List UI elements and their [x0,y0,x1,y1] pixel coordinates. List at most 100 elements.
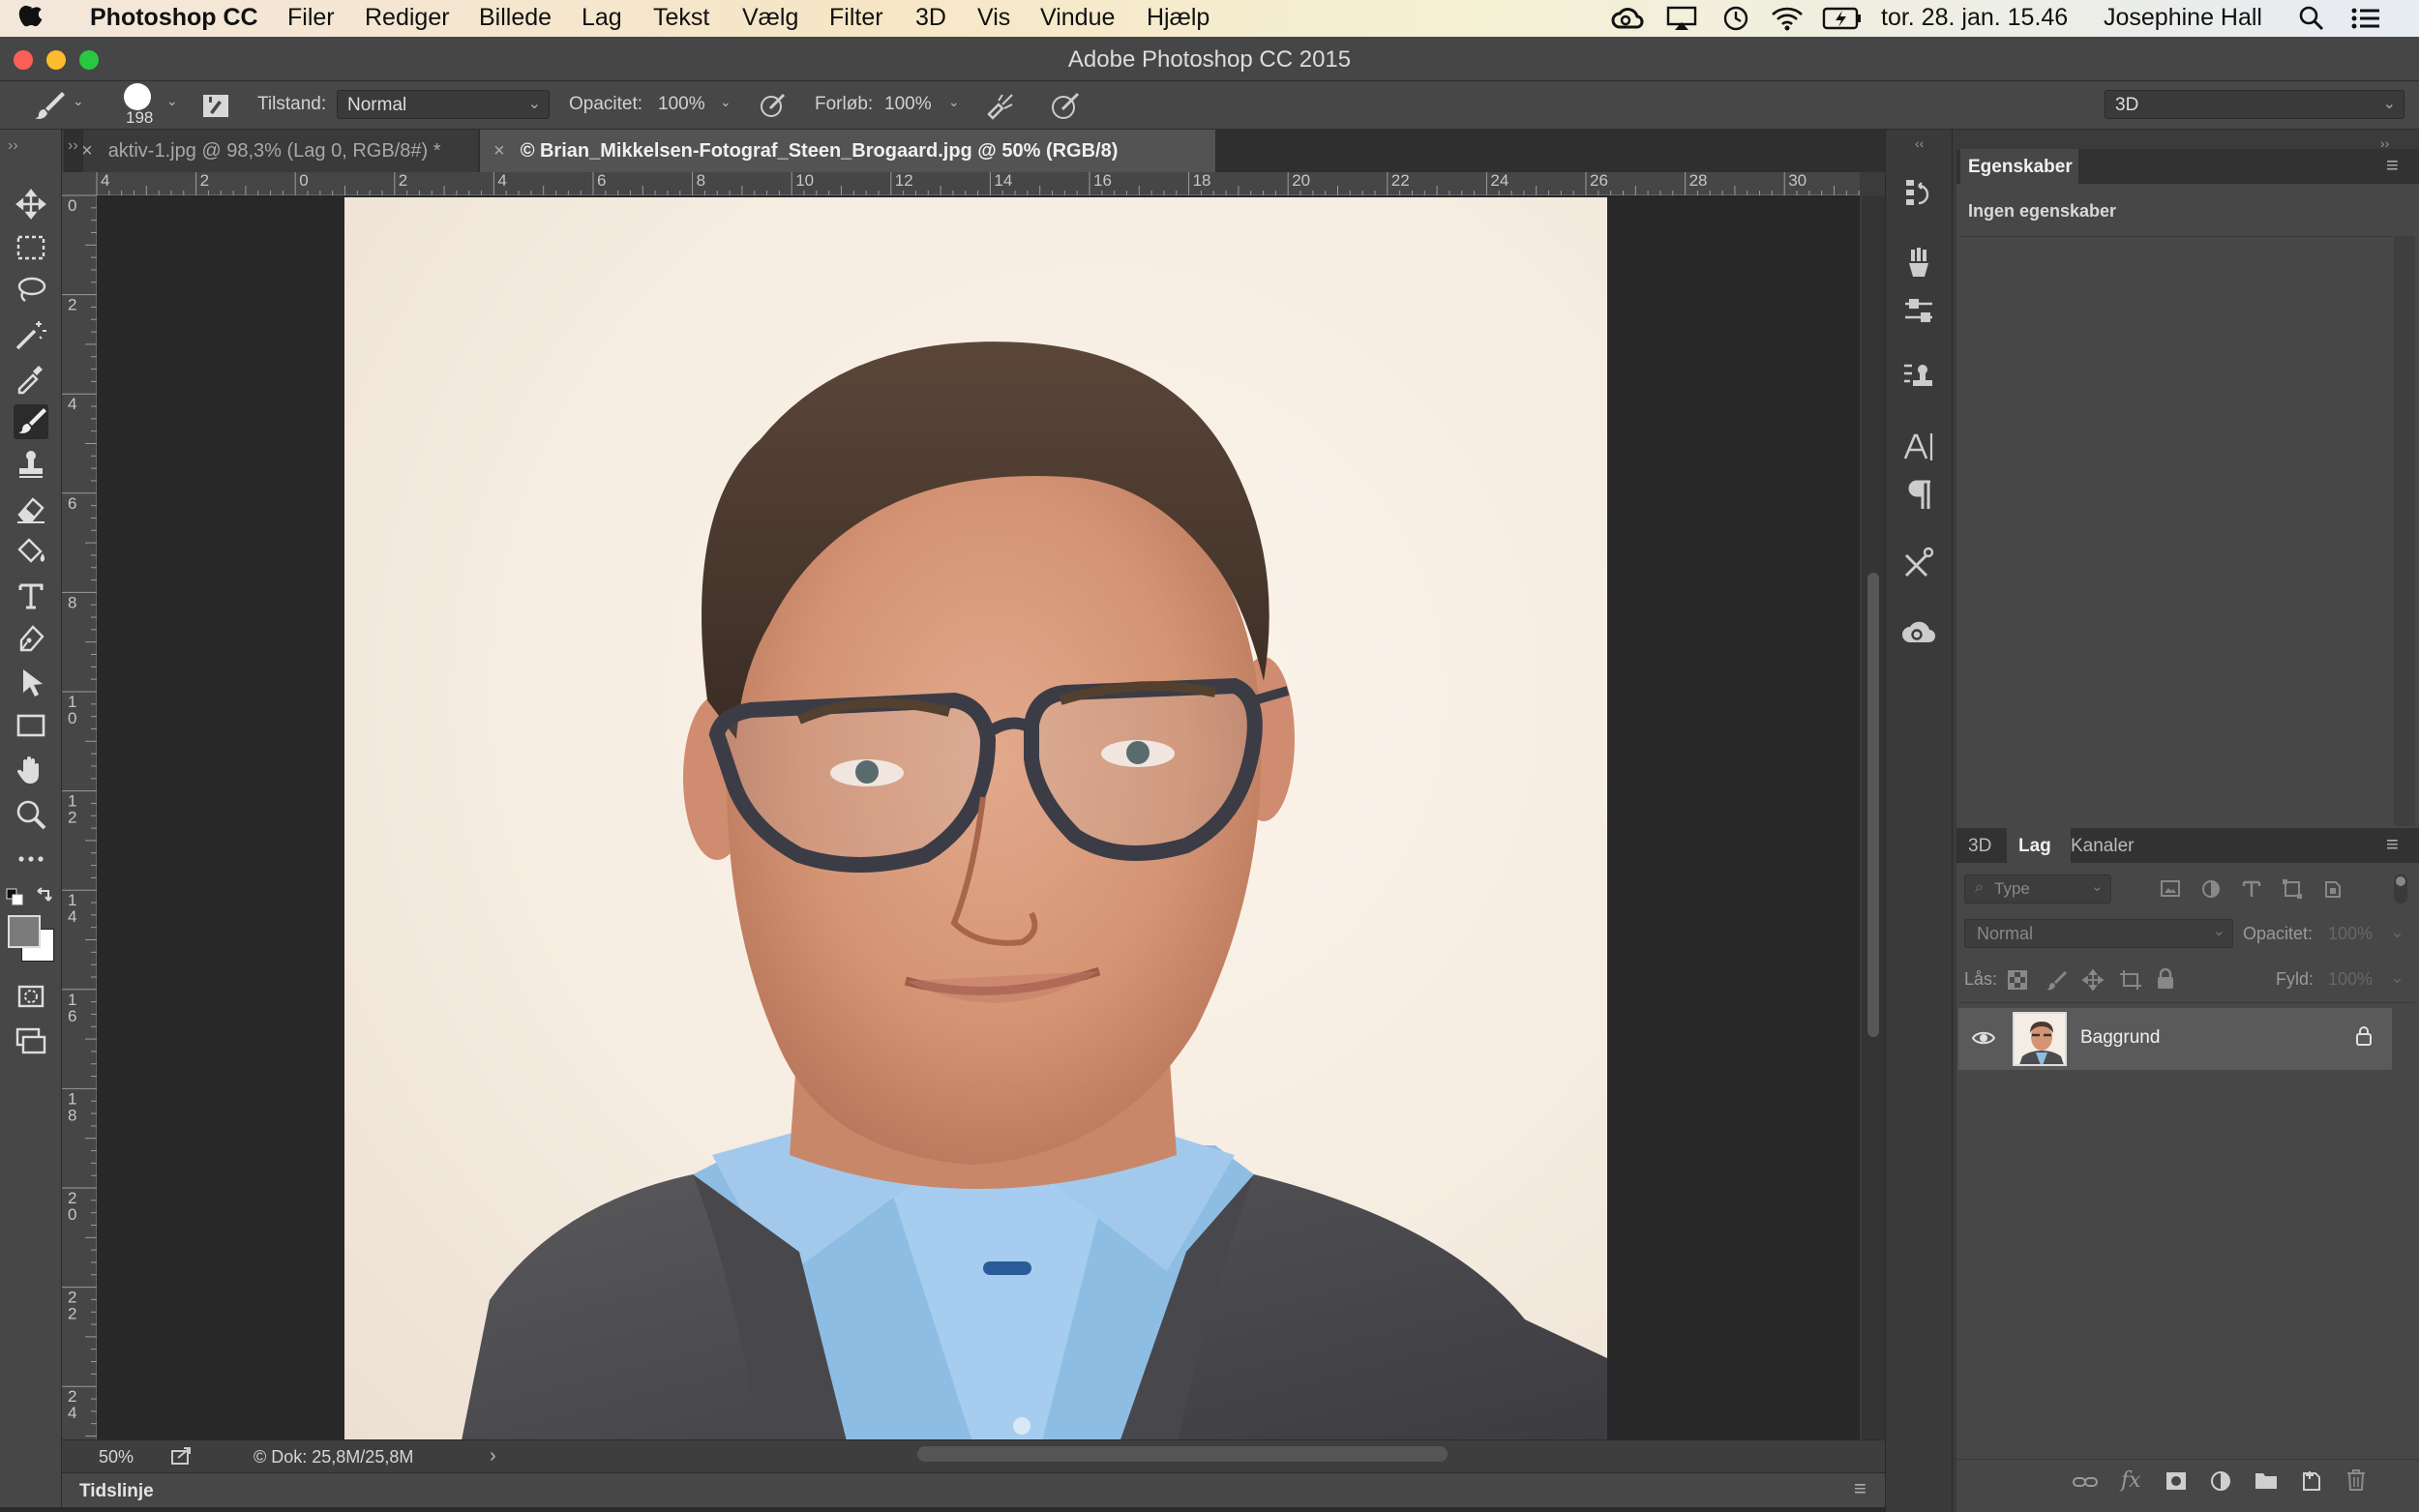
layer-row-baggrund[interactable]: Baggrund [1958,1008,2392,1070]
zoom-tool-icon[interactable] [14,797,48,832]
new-adjustment-layer-icon[interactable] [2210,1470,2231,1492]
flow-value[interactable]: 100% [884,94,932,115]
add-layer-mask-icon[interactable] [2165,1470,2187,1492]
filter-pixel-layers-icon[interactable] [2160,878,2181,900]
adjustments-panel-icon[interactable] [1901,294,1936,329]
new-layer-icon[interactable] [2301,1470,2322,1492]
brush-tip-preview[interactable] [124,83,151,110]
opacity-value[interactable]: 100% [658,94,705,115]
brush-preset-chevron-icon[interactable]: ⌄ [73,93,84,109]
filter-toggle-switch[interactable] [2394,875,2407,904]
ruler-origin[interactable] [62,172,97,195]
layer-effects-icon[interactable]: fx [2121,1468,2141,1493]
filter-type-layers-icon[interactable] [2241,878,2262,900]
path-selection-tool-icon[interactable] [14,666,48,700]
pressure-size-icon[interactable] [1051,92,1080,121]
airbrush-icon[interactable] [985,93,1018,120]
creative-cloud-icon[interactable] [1611,6,1644,31]
menu-rediger[interactable]: Rediger [365,4,450,32]
timeline-title[interactable]: Tidslinje [79,1481,154,1502]
foreground-color-swatch[interactable] [8,915,41,948]
expand-panels-icon[interactable]: ›› [64,130,83,172]
brush-panel-toggle-icon[interactable] [201,91,230,120]
opacity-chevron-icon[interactable]: ⌄ [720,94,732,110]
layer-visibility-eye-icon[interactable] [1971,1029,1996,1047]
menu-vindue[interactable]: Vindue [1040,4,1115,32]
flow-chevron-icon[interactable]: ⌄ [948,94,960,110]
link-layers-icon[interactable] [2073,1472,2098,1492]
type-tool-icon[interactable] [14,578,48,613]
lock-position-icon[interactable] [2081,968,2105,992]
layer-blend-mode-dropdown[interactable]: Normal ⌄ [1964,919,2233,948]
filter-shape-layers-icon[interactable] [2282,878,2303,900]
fill-chevron-icon[interactable]: ⌄ [2390,967,2404,988]
paint-bucket-tool-icon[interactable] [14,534,48,569]
mode-dropdown[interactable]: Normal ⌄ [337,90,550,119]
default-colors-icon[interactable] [6,888,25,907]
move-tool-icon[interactable] [14,187,48,222]
vertical-scrollbar[interactable] [1862,195,1885,1439]
properties-scrollbar[interactable] [2394,236,2415,826]
properties-panel-menu-icon[interactable]: ≡ [2386,153,2399,178]
vertical-ruler[interactable]: 024681012141618202224 [62,194,97,1439]
brush-picker-chevron-icon[interactable]: ⌄ [166,93,178,109]
menu-hjaelp[interactable]: Hjælp [1147,4,1210,32]
zoom-window-button[interactable] [79,50,99,70]
document-size[interactable]: © Dok: 25,8M/25,8M [254,1447,413,1468]
character-panel-icon[interactable] [1901,430,1936,464]
pen-tool-icon[interactable] [14,621,48,656]
filter-adjustment-layers-icon[interactable] [2200,878,2222,900]
wifi-icon[interactable] [1771,5,1804,32]
layer-opacity-value[interactable]: 100% [2328,924,2373,944]
filter-smart-objects-icon[interactable] [2322,878,2344,900]
zoom-level[interactable]: 50% [99,1447,134,1468]
layer-opacity-chevron-icon[interactable]: ⌄ [2390,922,2404,942]
lasso-tool-icon[interactable] [14,273,48,308]
timeline-menu-icon[interactable]: ≡ [1854,1476,1867,1501]
fill-value[interactable]: 100% [2328,969,2373,990]
menu-lag[interactable]: Lag [582,4,622,32]
portrait-photo[interactable] [344,197,1607,1439]
layer-lock-icon[interactable] [2355,1025,2373,1047]
hand-tool-icon[interactable] [14,753,48,787]
collapse-dock-icon[interactable]: ‹‹ [1915,135,1924,151]
clone-stamp-tool-icon[interactable] [14,447,48,482]
menu-vis[interactable]: Vis [977,4,1010,32]
clone-source-panel-icon[interactable] [1901,360,1936,395]
spotlight-search-icon[interactable] [2299,6,2324,31]
menu-billede[interactable]: Billede [479,4,552,32]
lock-artboard-icon[interactable] [2119,969,2142,991]
eraser-tool-icon[interactable] [14,491,48,526]
notification-center-icon[interactable] [2351,7,2380,30]
lock-all-icon[interactable] [2156,967,2175,991]
menu-filer[interactable]: Filer [287,4,335,32]
menu-vaelg[interactable]: Vælg [742,4,798,32]
menu-tekst[interactable]: Tekst [653,4,709,32]
share-icon[interactable] [170,1446,194,1466]
brush-tool-icon[interactable] [14,404,48,439]
layer-name[interactable]: Baggrund [2080,1027,2160,1049]
brush-tool-preset-icon[interactable] [33,89,66,122]
delete-layer-icon[interactable] [2345,1468,2367,1492]
more-tools-icon[interactable] [14,842,48,876]
libraries-panel-icon[interactable] [1901,615,1936,650]
layers-panel-menu-icon[interactable]: ≡ [2386,832,2399,857]
magic-wand-tool-icon[interactable] [14,317,48,352]
battery-icon[interactable] [1822,7,1862,30]
document-tab-portrait[interactable]: × © Brian_Mikkelsen-Fotograf_Steen_Brogaa… [480,130,1215,172]
tab-3d[interactable]: 3D [1968,836,1991,857]
close-tab-icon[interactable]: × [493,140,505,162]
menu-3d[interactable]: 3D [915,4,946,32]
document-canvas[interactable] [97,195,1860,1439]
paragraph-panel-icon[interactable] [1901,478,1936,513]
minimize-window-button[interactable] [46,50,66,70]
menu-user[interactable]: Josephine Hall [2104,4,2262,32]
menu-app-name[interactable]: Photoshop CC [90,4,258,32]
lock-transparent-pixels-icon[interactable] [2007,969,2028,991]
layer-filter-dropdown[interactable]: ⌕ Type ⌄ [1964,875,2111,904]
history-panel-icon[interactable] [1901,176,1936,211]
workspace-dropdown[interactable]: 3D ⌄ [2105,90,2404,119]
status-menu-chevron-icon[interactable]: › [490,1445,496,1468]
menu-clock[interactable]: tor. 28. jan. 15.46 [1881,4,2068,32]
tool-presets-panel-icon[interactable] [1901,546,1936,580]
